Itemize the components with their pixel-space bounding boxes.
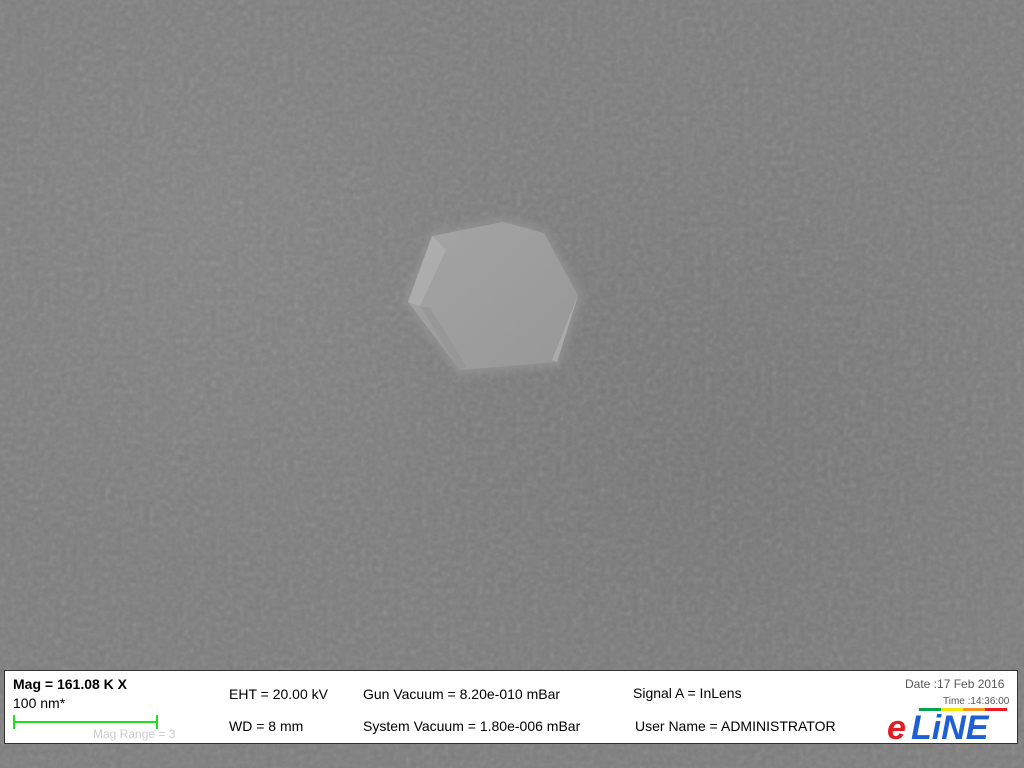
- sem-surface-texture: [0, 0, 1024, 768]
- date-readout: Date :17 Feb 2016: [905, 677, 1005, 691]
- eline-logo: e LiNE: [887, 708, 1007, 742]
- surface-grain: [0, 0, 1024, 768]
- system-vacuum-readout: System Vacuum = 1.80e-006 mBar: [363, 718, 581, 734]
- user-name-readout: User Name = ADMINISTRATOR: [635, 718, 836, 734]
- logo-word-line: LiNE: [911, 709, 990, 742]
- mag-range-readout: Mag Range = 3: [93, 727, 176, 741]
- magnification-readout: Mag = 161.08 K X: [13, 676, 128, 692]
- signal-readout: Signal A = InLens: [633, 685, 742, 701]
- scale-bar-left-tick: [13, 715, 15, 729]
- gun-vacuum-readout: Gun Vacuum = 8.20e-010 mBar: [363, 686, 561, 702]
- sem-info-bar: Mag = 161.08 K X 100 nm* Mag Range = 3 E…: [4, 670, 1018, 744]
- logo-letter-e: e: [887, 709, 906, 742]
- eht-readout: EHT = 20.00 kV: [229, 686, 328, 702]
- working-distance-readout: WD = 8 mm: [229, 718, 304, 734]
- scale-bar: [13, 721, 157, 723]
- scale-bar-label: 100 nm*: [13, 695, 66, 711]
- sem-micrograph: [0, 0, 1024, 768]
